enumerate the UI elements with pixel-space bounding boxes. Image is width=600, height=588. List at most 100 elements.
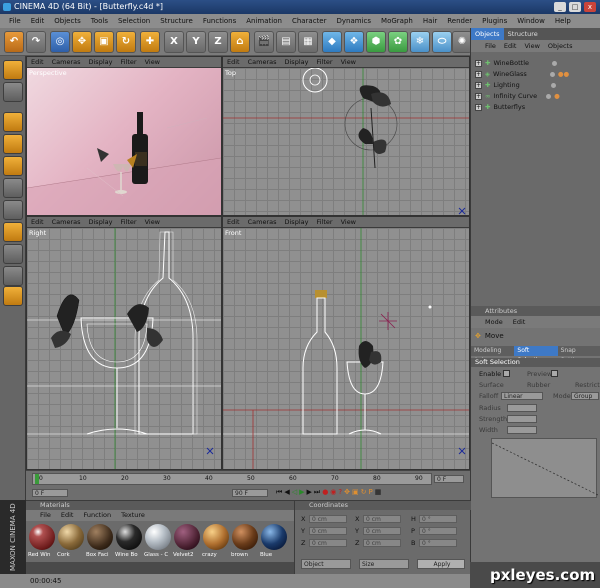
deformer-icon[interactable]: ✿ bbox=[388, 31, 408, 53]
rotation-p-field[interactable]: 0 ° bbox=[419, 527, 457, 535]
preview-checkbox[interactable] bbox=[551, 370, 558, 377]
object-row-lighting[interactable]: + ✚ Lighting bbox=[475, 80, 556, 91]
cube-primitive-icon[interactable]: ◆ bbox=[322, 31, 342, 53]
mode-select[interactable]: Group bbox=[571, 392, 599, 400]
object-name[interactable]: Lighting bbox=[493, 80, 519, 91]
checker-icon[interactable] bbox=[3, 244, 23, 264]
falloff-curve-graph[interactable] bbox=[491, 438, 599, 498]
material-swatch[interactable]: Velvet2 bbox=[173, 523, 201, 563]
tab-soft-selection[interactable]: Soft Selection bbox=[514, 346, 558, 364]
menu-edit[interactable]: Edit bbox=[26, 17, 50, 25]
front-viewport[interactable]: Edit Cameras Display Filter View Front bbox=[222, 216, 470, 470]
start-frame-field[interactable]: 0 F bbox=[32, 489, 68, 497]
vp-menu-cameras[interactable]: Cameras bbox=[248, 58, 277, 66]
expand-icon[interactable]: + bbox=[475, 104, 482, 111]
rotate-tool-icon[interactable]: ↻ bbox=[116, 31, 136, 53]
subdivision-icon[interactable]: ❖ bbox=[344, 31, 364, 53]
play-backwards-icon[interactable]: ◁ bbox=[292, 488, 297, 497]
light-icon[interactable]: ✺ bbox=[452, 31, 472, 53]
material-swatch[interactable]: Blue bbox=[260, 523, 288, 563]
vp-menu-display[interactable]: Display bbox=[285, 218, 309, 226]
visibility-dot-icon[interactable] bbox=[549, 72, 555, 77]
materials-menu-texture[interactable]: Texture bbox=[121, 510, 145, 521]
tab-modeling-axis[interactable]: Modeling Axis bbox=[471, 346, 515, 364]
material-swatch[interactable]: Red Win bbox=[28, 523, 56, 563]
menu-window[interactable]: Window bbox=[512, 17, 550, 25]
render-picture-viewer-icon[interactable]: ▤ bbox=[276, 31, 296, 53]
record-icon[interactable]: ● bbox=[322, 488, 328, 497]
vp-menu-display[interactable]: Display bbox=[89, 218, 113, 226]
points-mode-icon[interactable] bbox=[3, 134, 23, 154]
material-swatch[interactable]: Box Faci bbox=[86, 523, 114, 563]
size-y-field[interactable]: 0 cm bbox=[363, 527, 401, 535]
object-name[interactable]: WineBottle bbox=[493, 58, 529, 69]
timeline-ruler[interactable]: 0 10 20 30 40 50 60 70 80 90 bbox=[32, 473, 432, 485]
pla-key-icon[interactable]: ▦ bbox=[375, 488, 382, 497]
rotation-key-icon[interactable]: ↻ bbox=[361, 488, 367, 497]
object-name[interactable]: Infinity Curve bbox=[493, 91, 537, 102]
width-field[interactable] bbox=[507, 426, 537, 434]
perspective-viewport[interactable]: Edit Cameras Display Filter View Perspec… bbox=[26, 56, 222, 216]
materials-menu-file[interactable]: File bbox=[40, 510, 51, 521]
vp-menu-filter[interactable]: Filter bbox=[316, 218, 332, 226]
sculpt-icon[interactable] bbox=[3, 286, 23, 306]
expand-icon[interactable]: + bbox=[475, 71, 482, 78]
go-to-end-icon[interactable]: ⏭ bbox=[314, 488, 320, 497]
materials-menu-edit[interactable]: Edit bbox=[61, 510, 74, 521]
texture-mode-icon[interactable] bbox=[3, 82, 23, 102]
vp-menu-display[interactable]: Display bbox=[285, 58, 309, 66]
nurbs-icon[interactable]: ⬢ bbox=[366, 31, 386, 53]
menu-structure[interactable]: Structure bbox=[155, 17, 198, 25]
material-swatch[interactable]: Wine Bo bbox=[115, 523, 143, 563]
scene-icon[interactable]: ❄ bbox=[410, 31, 430, 53]
material-swatch[interactable]: Glass - C bbox=[144, 523, 172, 563]
right-viewport[interactable]: Edit Cameras Display Filter View Right bbox=[26, 216, 222, 470]
strength-field[interactable] bbox=[507, 415, 537, 423]
object-row-infinity-curve[interactable]: + ∞ Infinity Curve ● bbox=[475, 91, 560, 102]
object-row-winebottle[interactable]: + ✚ WineBottle bbox=[475, 58, 557, 69]
undo-icon[interactable]: ↶ bbox=[4, 31, 24, 53]
render-view-icon[interactable]: 🎬 bbox=[254, 31, 274, 53]
vp-menu-edit[interactable]: Edit bbox=[31, 218, 44, 226]
position-y-field[interactable]: 0 cm bbox=[309, 527, 347, 535]
visibility-dot-icon[interactable] bbox=[550, 83, 556, 88]
rotation-b-field[interactable]: 0 ° bbox=[419, 539, 457, 547]
camera-icon[interactable]: ⬭ bbox=[432, 31, 452, 53]
visibility-dot-icon[interactable] bbox=[552, 61, 557, 66]
object-name[interactable]: WineGlass bbox=[493, 69, 527, 80]
attributes-menu-edit[interactable]: Edit bbox=[513, 316, 526, 328]
material-tag-icon[interactable]: ●● bbox=[558, 69, 569, 80]
size-x-field[interactable]: 0 cm bbox=[363, 515, 401, 523]
vp-menu-filter[interactable]: Filter bbox=[120, 58, 136, 66]
play-icon[interactable]: ▶ bbox=[299, 488, 304, 497]
material-swatch[interactable]: Cork bbox=[57, 523, 85, 563]
menu-dynamics[interactable]: Dynamics bbox=[332, 17, 377, 25]
size-mode-select[interactable]: Size bbox=[359, 559, 409, 569]
model-mode-icon[interactable] bbox=[3, 60, 23, 80]
objects-menu-view[interactable]: View bbox=[524, 40, 539, 52]
object-name[interactable]: Butterflys bbox=[493, 102, 525, 113]
menu-objects[interactable]: Objects bbox=[49, 17, 85, 25]
visibility-dot-icon[interactable] bbox=[546, 94, 552, 99]
material-swatch[interactable]: brown bbox=[231, 523, 259, 563]
size-z-field[interactable]: 0 cm bbox=[363, 539, 401, 547]
falloff-select[interactable]: Linear bbox=[501, 392, 543, 400]
objects-menu-file[interactable]: File bbox=[485, 40, 496, 52]
attributes-menu-mode[interactable]: Mode bbox=[485, 316, 503, 328]
snap-icon[interactable] bbox=[3, 222, 23, 242]
material-swatch[interactable]: crazy bbox=[202, 523, 230, 563]
objects-menu-objects[interactable]: Objects bbox=[548, 40, 573, 52]
vp-menu-edit[interactable]: Edit bbox=[227, 218, 240, 226]
keyframe-selection-icon[interactable]: ? bbox=[338, 488, 342, 497]
polygons-mode-icon[interactable] bbox=[3, 178, 23, 198]
vp-menu-view[interactable]: View bbox=[145, 58, 160, 66]
scale-tool-icon[interactable]: ▣ bbox=[94, 31, 114, 53]
vp-menu-display[interactable]: Display bbox=[89, 58, 113, 66]
live-selection-icon[interactable]: ◎ bbox=[50, 31, 70, 53]
position-key-icon[interactable]: ✥ bbox=[344, 488, 350, 497]
redo-icon[interactable]: ↷ bbox=[26, 31, 46, 53]
close-button[interactable]: x bbox=[584, 2, 596, 12]
tab-snap-settings[interactable]: Snap Settings bbox=[557, 346, 600, 364]
next-key-icon[interactable]: ▶ bbox=[306, 488, 311, 497]
top-viewport[interactable]: Edit Cameras Display Filter View Top bbox=[222, 56, 470, 216]
